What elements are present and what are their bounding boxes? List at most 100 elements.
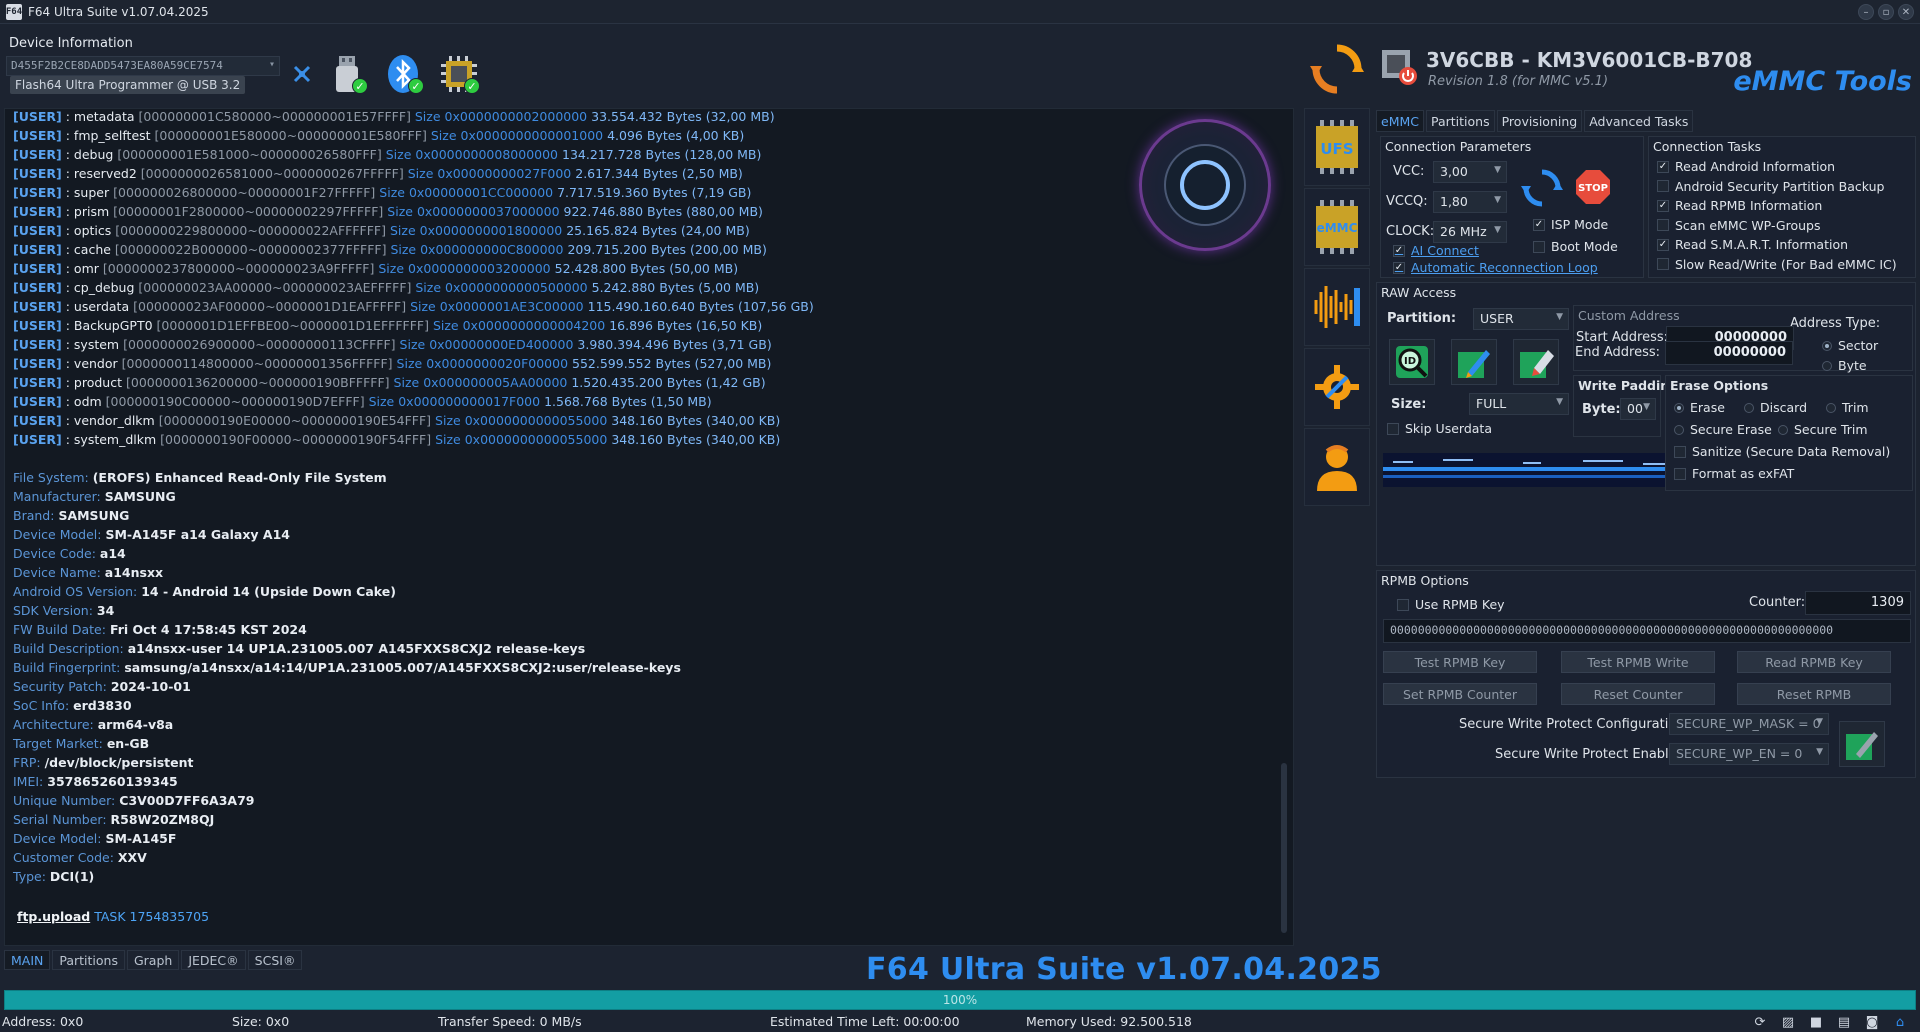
trim-radio[interactable]: Trim [1826, 400, 1869, 415]
chevron-down-icon: ▾ [268, 59, 275, 70]
maximize-icon[interactable]: ▫ [1878, 4, 1894, 20]
isp-mode-checkbox[interactable]: ✓ ISP Mode [1533, 217, 1608, 232]
log-partition-range: [000000190C00000~000000190D7EFFF] [105, 394, 365, 409]
swp-config-label: Secure Write Protect Configuration: [1459, 717, 1689, 732]
secure-trim-radio[interactable]: Secure Trim [1778, 422, 1868, 437]
refresh-button[interactable] [1304, 36, 1370, 102]
log-tag: [USER] [13, 432, 62, 447]
stop-button[interactable]: STOP [1573, 167, 1613, 207]
log-size-bytes: 209.715.200 Bytes (200,00 MB) [567, 242, 767, 257]
ftp-upload-link[interactable]: ftp.upload [17, 909, 90, 924]
log-partition-name: : debug [65, 147, 114, 162]
log-size-bytes: 115.490.160.640 Bytes (107,56 GB) [587, 299, 814, 314]
tab-advanced-tasks[interactable]: Advanced Tasks [1584, 110, 1694, 132]
home-icon[interactable]: ⌂ [1892, 1014, 1908, 1030]
auto-reconnect-checkbox[interactable]: ✓ Automatic Reconnection Loop [1393, 260, 1598, 275]
sidebar-item-settings[interactable] [1304, 348, 1370, 426]
skip-userdata-checkbox[interactable]: Skip Userdata [1387, 421, 1492, 436]
write-button[interactable] [1451, 339, 1497, 385]
sector-radio[interactable]: Sector [1822, 338, 1878, 353]
log-size-label: Size [387, 204, 413, 219]
set-rpmb-counter-button[interactable]: Set RPMB Counter [1383, 683, 1537, 705]
connect-button[interactable] [1519, 165, 1565, 211]
swp-config-select[interactable]: SECURE_WP_MASK = 0 ▼ [1669, 713, 1829, 735]
task-checkbox[interactable]: ✓ Read S.M.A.R.T. Information [1657, 237, 1848, 252]
minimize-icon[interactable]: – [1858, 4, 1874, 20]
discard-radio[interactable]: Discard [1744, 400, 1807, 415]
console-icon[interactable]: ■ [1808, 1014, 1824, 1030]
vcc-select[interactable]: 3,00 ▼ [1433, 161, 1507, 183]
clock-select[interactable]: 26 MHz ▼ [1433, 221, 1507, 243]
chevron-down-icon: ▼ [1556, 312, 1563, 322]
tab-partitions[interactable]: Partitions [52, 950, 125, 970]
close-icon[interactable]: ✕ [1898, 4, 1914, 20]
test-rpmb-write-button[interactable]: Test RPMB Write [1561, 651, 1715, 673]
info-value: arm64-v8a [97, 717, 174, 732]
checkbox-box [1657, 219, 1669, 231]
gear-icon [1315, 365, 1359, 409]
task-checkbox[interactable]: Android Security Partition Backup [1657, 179, 1885, 194]
camera-icon[interactable]: ◙ [1864, 1014, 1880, 1030]
disconnect-button[interactable] [290, 52, 314, 96]
swp-config-value: SECURE_WP_MASK = 0 [1676, 716, 1821, 731]
tab-scsi[interactable]: SCSI® [247, 950, 303, 970]
ai-connect-label: AI Connect [1411, 243, 1479, 258]
log-scrollbar[interactable] [1279, 113, 1289, 941]
read-rpmb-key-button[interactable]: Read RPMB Key [1737, 651, 1891, 673]
log-partition-name: : optics [65, 223, 112, 238]
device-id-select[interactable]: D455F2B2CE8DADD5473EA80A59CE7574 ▾ [6, 56, 280, 76]
tab-partitions[interactable]: Partitions [1426, 110, 1495, 132]
screen-icon[interactable]: ▨ [1780, 1014, 1796, 1030]
tab-main[interactable]: MAIN [4, 950, 51, 970]
scrollbar-thumb[interactable] [1281, 763, 1287, 933]
sidebar-item-user[interactable] [1304, 428, 1370, 506]
reset-counter-button[interactable]: Reset Counter [1561, 683, 1715, 705]
tab-emmc[interactable]: eMMC [1376, 110, 1424, 132]
secure-erase-radio[interactable]: Secure Erase [1674, 422, 1772, 437]
swp-enable-select[interactable]: SECURE_WP_EN = 0 ▼ [1669, 743, 1829, 765]
sanitize-checkbox[interactable]: Sanitize (Secure Data Removal) [1674, 444, 1890, 459]
stop-icon: STOP [1576, 170, 1610, 204]
tab-provisioning[interactable]: Provisioning [1496, 110, 1583, 132]
info-value: 34 [96, 603, 115, 618]
task-checkbox[interactable]: ✓ Read Android Information [1657, 159, 1835, 174]
sidebar-item-ufs[interactable]: UFS [1304, 108, 1370, 186]
log-output[interactable]: [USER] : metadata [000000001C580000~0000… [4, 108, 1294, 946]
log-tag: [USER] [13, 280, 62, 295]
task-checkbox[interactable]: ✓ Read RPMB Information [1657, 198, 1822, 213]
tab-graph[interactable]: Graph [126, 950, 180, 970]
counter-input[interactable]: 1309 [1805, 591, 1911, 615]
emmc-tabs: eMMC Partitions Provisioning Advanced Tasks [1376, 110, 1695, 132]
rpmb-key-input[interactable]: 0000000000000000000000000000000000000000… [1383, 619, 1911, 643]
sync-icon[interactable]: ⟳ [1752, 1014, 1768, 1030]
task-checkbox[interactable]: Scan eMMC WP-Groups [1657, 218, 1820, 233]
use-rpmb-key-checkbox[interactable]: Use RPMB Key [1397, 597, 1505, 612]
window-icon[interactable]: ▤ [1836, 1014, 1852, 1030]
chevron-down-icon: ▼ [1816, 747, 1823, 757]
partition-select[interactable]: USER ▼ [1473, 308, 1569, 330]
tab-jedec[interactable]: JEDEC® [181, 950, 246, 970]
task-label: Read Android Information [1675, 159, 1836, 174]
erase-label: Erase [1690, 400, 1725, 415]
info-key: Type: [13, 869, 46, 884]
read-id-button[interactable]: ID [1389, 339, 1435, 385]
end-address-input[interactable]: 00000000 [1665, 341, 1793, 365]
erase-radio[interactable]: Erase [1674, 400, 1725, 415]
task-checkbox[interactable]: Slow Read/Write (For Bad eMMC IC) [1657, 257, 1897, 272]
log-partition-name: : reserved2 [65, 166, 137, 181]
test-rpmb-key-button[interactable]: Test RPMB Key [1383, 651, 1537, 673]
ai-connect-checkbox[interactable]: ✓ AI Connect [1393, 243, 1479, 258]
erase-button[interactable] [1513, 339, 1559, 385]
vccq-select[interactable]: 1,80 ▼ [1433, 191, 1507, 213]
sidebar-item-signal[interactable] [1304, 268, 1370, 346]
radio-dot [1744, 402, 1754, 413]
padding-byte-select[interactable]: 00 ▼ [1620, 398, 1656, 420]
boot-mode-checkbox[interactable]: Boot Mode [1533, 239, 1618, 254]
info-key: Build Fingerprint: [13, 660, 121, 675]
sidebar-item-emmc[interactable]: eMMC [1304, 188, 1370, 266]
apply-swp-button[interactable] [1839, 721, 1885, 767]
reset-rpmb-button[interactable]: Reset RPMB [1737, 683, 1891, 705]
byte-radio[interactable]: Byte [1822, 358, 1867, 373]
size-select[interactable]: FULL ▼ [1469, 393, 1569, 415]
format-exfat-checkbox[interactable]: Format as exFAT [1674, 466, 1794, 481]
